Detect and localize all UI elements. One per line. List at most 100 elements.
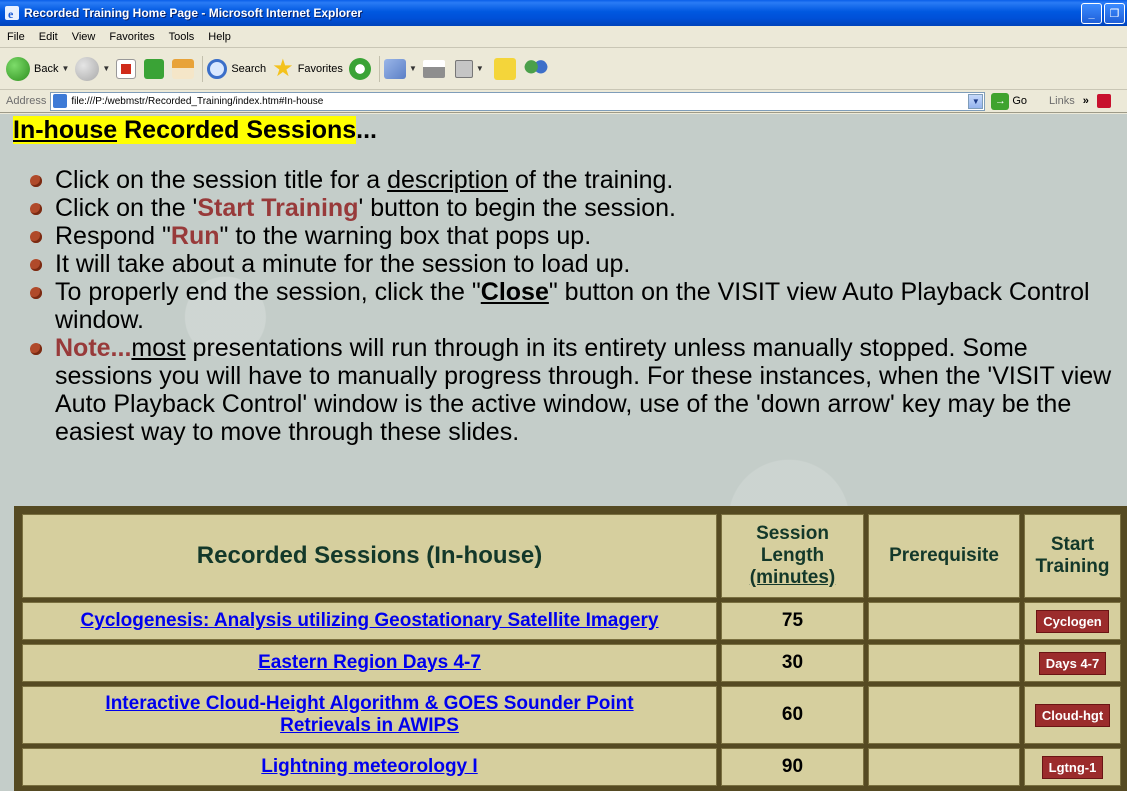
emphasis-text: Run [170,222,220,250]
bullet-icon [30,343,42,355]
chevron-down-icon[interactable]: ▼ [968,93,984,109]
refresh-icon[interactable] [144,58,165,79]
ie-icon: e [5,6,19,21]
menu-help[interactable]: Help [201,31,238,43]
session-title-link[interactable]: Eastern Region Days 4-7 [258,652,481,673]
address-input[interactable]: file:///P:/webmstr/Recorded_Training/ind… [50,91,986,111]
mail-button[interactable]: ▼ [383,58,417,79]
session-title-cell: Lightning meteorology I [22,748,717,786]
instructions-list: Click on the session title for a descrip… [30,166,1120,446]
links-label[interactable]: Links [1049,95,1075,107]
list-item: Note...most presentations will run throu… [30,334,1120,446]
table-row: Cyclogenesis: Analysis utilizing Geostat… [22,602,1121,640]
description-link[interactable]: description [387,166,508,194]
list-text: ' button to begin the session. [358,194,676,222]
mail-icon [383,58,406,79]
go-button[interactable]: → Go [991,92,1028,110]
session-length: 90 [721,748,864,786]
bullet-icon [30,175,42,187]
session-length: 75 [721,602,864,640]
list-item: Respond "Run" to the warning box that po… [30,222,1120,250]
list-item: Click on the session title for a descrip… [30,166,1120,194]
go-label: Go [1012,95,1028,107]
chevron-down-icon[interactable]: ▼ [476,64,484,73]
list-text: Click on the session title for a [55,166,388,194]
session-prereq [868,602,1020,640]
emphasis-text: Start Training [197,194,359,222]
page-content: In-house Recorded Sessions... Click on t… [0,114,1127,791]
chevron-down-icon[interactable]: ▼ [61,64,69,73]
page-title: In-house Recorded Sessions... [13,116,377,145]
list-text: Click on the ' [55,194,198,222]
heading-ellipsis: ... [356,116,377,144]
favorites-button[interactable]: ★ Favorites [272,56,343,80]
header-start-line: Start [1050,534,1095,555]
session-length: 30 [721,644,864,682]
session-title-link[interactable]: Lightning meteorology I [261,756,477,777]
menu-edit[interactable]: Edit [32,31,65,43]
menu-file[interactable]: File [0,31,32,43]
chevron-down-icon[interactable]: ▼ [102,64,110,73]
start-cell: Cloud-hgt [1024,686,1121,744]
forward-button[interactable]: ▼ [75,56,110,81]
page-icon [53,94,68,108]
session-title-cell: Interactive Cloud-Height Algorithm & GOE… [22,686,717,744]
emphasis-text: Close [480,278,549,306]
discuss-icon[interactable] [493,57,516,80]
note-label: Note... [55,334,132,362]
menu-tools[interactable]: Tools [162,31,202,43]
history-icon[interactable] [348,57,371,80]
start-training-button[interactable]: Days 4-7 [1038,651,1107,675]
session-title-link[interactable]: Cyclogenesis: Analysis utilizing Geostat… [81,610,659,631]
list-text: It will take about a minute for the sess… [55,250,631,278]
back-button[interactable]: Back ▼ [6,56,69,81]
list-text: To properly end the session, click the " [55,278,481,306]
back-label: Back [34,62,59,75]
address-bar: Address file:///P:/webmstr/Recorded_Trai… [0,90,1127,113]
session-length: 60 [721,686,864,744]
table-row: Eastern Region Days 4-7 30 Days 4-7 [22,644,1121,682]
pdf-icon[interactable] [1096,94,1111,108]
maximize-button[interactable]: ❐ [1104,3,1125,24]
list-item: Click on the 'Start Training' button to … [30,194,1120,222]
heading-anchor: In-house [13,116,118,144]
table-row: Lightning meteorology I 90 Lgtng-1 [22,748,1121,786]
list-text: of the training. [508,166,674,194]
header-title: Recorded Sessions (In-house) [22,514,717,598]
forward-arrow-icon [75,56,100,81]
list-text: " to the warning box that pops up. [219,222,592,250]
start-training-button[interactable]: Cyclogen [1036,609,1109,633]
menu-view[interactable]: View [65,31,103,43]
header-length: Session Length (minutes) [721,514,864,598]
start-training-button[interactable]: Lgtng-1 [1041,755,1104,779]
table-header-row: Recorded Sessions (In-house) Session Len… [22,514,1121,598]
toolbar: Back ▼ ▼ Search ★ Favorites ▼ ▼ [0,48,1127,90]
header-length-line: Length [760,545,825,566]
header-length-line: (minutes) [749,567,836,588]
start-cell: Lgtng-1 [1024,748,1121,786]
list-item: It will take about a minute for the sess… [30,250,1120,278]
bullet-icon [30,259,42,271]
svg-text:e: e [8,7,14,21]
home-icon[interactable] [172,58,195,79]
stop-icon[interactable] [116,58,137,79]
menu-favorites[interactable]: Favorites [102,31,161,43]
search-icon [207,58,228,79]
sessions-table-frame: Recorded Sessions (In-house) Session Len… [14,506,1127,791]
chevron-down-icon[interactable]: ▼ [409,64,417,73]
search-button[interactable]: Search [207,58,266,79]
minimize-button[interactable]: _ [1081,3,1102,24]
edit-icon [454,59,473,78]
print-icon[interactable] [422,59,445,78]
chevron-right-icon[interactable]: » [1083,95,1089,107]
header-prerequisite: Prerequisite [868,514,1020,598]
go-arrow-icon: → [991,92,1010,110]
toolbar-separator [202,55,204,82]
edit-button[interactable]: ▼ [454,59,484,78]
session-title-link[interactable]: Interactive Cloud-Height Algorithm & GOE… [70,693,670,737]
start-training-button[interactable]: Cloud-hgt [1034,703,1111,727]
heading-text: Recorded Sessions [117,116,357,144]
window-title: Recorded Training Home Page - Microsoft … [24,6,363,20]
favorites-label: Favorites [297,62,343,75]
messenger-icon[interactable] [523,57,548,80]
